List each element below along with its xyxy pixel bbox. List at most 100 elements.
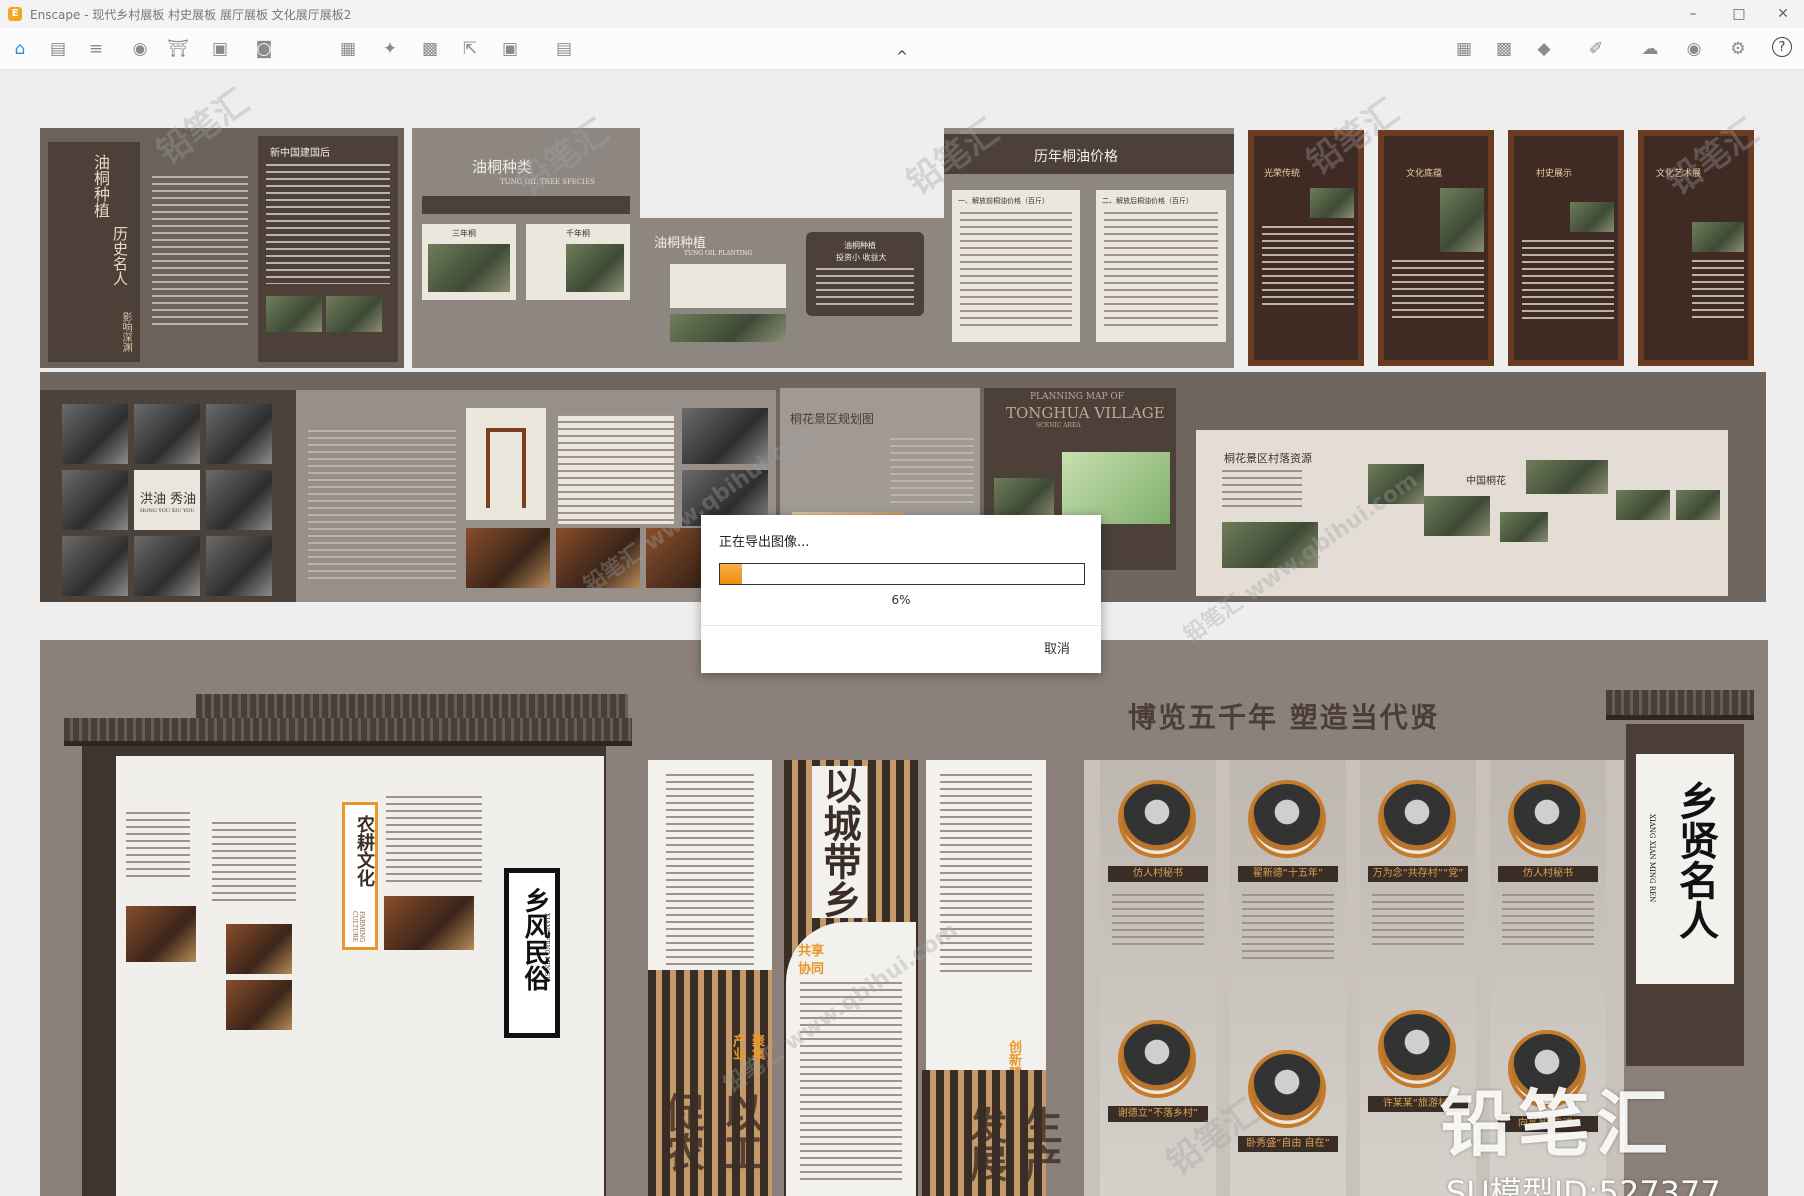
cloud-icon[interactable]: ☁	[1638, 37, 1662, 61]
image-icon[interactable]: ▣	[208, 37, 232, 61]
resource-photo	[1526, 460, 1608, 494]
close-button[interactable]: ✕	[1760, 0, 1804, 28]
china-tonghua-label: 中国桐花	[1466, 476, 1506, 487]
exhibit-text	[1692, 260, 1744, 320]
magic-icon[interactable]: ✦	[378, 37, 402, 61]
chair-icon	[486, 428, 526, 508]
resource-photo	[1616, 490, 1670, 520]
culture-text	[386, 796, 482, 886]
frame-icon[interactable]: ▦	[336, 37, 360, 61]
furniture-photo	[556, 528, 640, 588]
cities-text	[666, 774, 754, 974]
settings-gear-icon[interactable]: ⚙	[1726, 37, 1750, 61]
hongyou-photo	[206, 536, 272, 596]
hongyou-label-box: 洪油 秀油 HONG YOU XIU YOU	[134, 470, 200, 530]
hongyou-photo	[62, 470, 128, 530]
price-header: 历年桐油价格	[944, 134, 1234, 174]
screenshot-icon[interactable]: ▦	[1452, 37, 1476, 61]
history-title: 历史名人	[111, 226, 129, 286]
price-card: 二、解放后桐油价格（百斤）	[1096, 190, 1226, 342]
folk-subtitle: XIANG FENG MIN SU	[543, 913, 550, 982]
furniture-photo	[466, 528, 550, 588]
sage-portrait	[1378, 780, 1456, 858]
exhibit-photo	[1692, 222, 1744, 252]
cancel-button[interactable]: 取消	[1031, 639, 1083, 661]
shield-icon[interactable]: ⛩	[166, 37, 190, 61]
together-subtitle: 协同	[798, 962, 825, 977]
hongyou-photo	[62, 404, 128, 464]
vr-headset-icon[interactable]: ▣	[498, 37, 522, 61]
panorama-icon[interactable]: ▩	[1492, 37, 1516, 61]
exhibit-photo	[1310, 188, 1354, 218]
farming-title: 农耕文化	[354, 815, 375, 887]
sages-banner-frame: 乡贤名人 XIANG XIAN MING REN	[1626, 724, 1744, 1066]
exhibit-text	[1392, 260, 1484, 320]
maximize-button[interactable]: □	[1716, 0, 1762, 28]
culture-photo	[226, 924, 292, 974]
promote-text: 以工促农	[658, 1092, 763, 1172]
map-title: 桐花景区规划图	[790, 412, 875, 426]
eye-icon[interactable]: ◉	[128, 37, 152, 61]
exhibit-photo	[1570, 202, 1614, 232]
sage-name: 谢德立“不落乡村”	[1108, 1106, 1208, 1122]
home-icon[interactable]: ⌂	[8, 37, 32, 61]
sage-name: 仿人村秘书	[1108, 866, 1208, 882]
culture-text	[212, 822, 296, 902]
export-icon[interactable]: ⇱	[458, 37, 482, 61]
species-card: 三年桐	[422, 224, 516, 300]
price-card-text	[960, 212, 1072, 328]
grid-lines-icon[interactable]: ≡	[84, 37, 108, 61]
culture-text	[126, 812, 190, 882]
together-panel: 共享 协同	[786, 922, 916, 1196]
planning-en: PLANNING MAP OF	[1030, 392, 1125, 402]
furniture-text	[308, 430, 456, 580]
resource-text	[1222, 470, 1302, 510]
cube-icon[interactable]: ◆	[1532, 37, 1556, 61]
species-board: 油桐种类 TUNG OIL TREE SPECIES 三年桐 千年桐	[412, 128, 640, 368]
roof-eave	[64, 718, 632, 746]
species-photo	[566, 244, 624, 292]
sages-title: 乡贤名人	[1672, 780, 1719, 940]
species-subtitle: TUNG OIL TREE SPECIES	[500, 178, 595, 186]
planning-village: TONGHUA VILLAGE	[1006, 404, 1165, 422]
document-icon[interactable]: ▤	[46, 37, 70, 61]
enscape-logo-icon: E	[8, 7, 22, 21]
rural-culture-panel: 农耕文化 FARMING CULTURE 乡风民俗 XIANG FENG MIN…	[116, 756, 604, 1196]
species-card: 千年桐	[526, 224, 630, 300]
price-card: 一、解放前桐油价格（百斤）	[952, 190, 1080, 342]
collapse-toolbar-button[interactable]: ^	[890, 50, 914, 64]
oil-panel: 油桐种植 历史名人 影响深渊	[48, 142, 140, 362]
sage-portrait	[1508, 780, 1586, 858]
hongyou-photo	[62, 536, 128, 596]
export-dialog-title: 正在导出图像...	[719, 535, 810, 550]
settings-icon[interactable]: ◙	[252, 37, 276, 61]
planting-card	[670, 264, 786, 308]
sages-banner: 乡贤名人 XIANG XIAN MING REN	[1636, 754, 1734, 984]
history-board: 油桐种植 历史名人 影响深渊 新中国建国后	[40, 128, 404, 368]
help-icon[interactable]: ?	[1772, 37, 1792, 57]
brush-icon[interactable]: ✐	[1584, 37, 1608, 61]
sage-portrait	[1118, 1020, 1196, 1098]
hongyou-panel: 洪油 秀油 HONG YOU XIU YOU	[40, 390, 296, 602]
planning-map	[1062, 452, 1170, 524]
invest-panel: 油桐种植 投资小 收益大	[806, 232, 924, 316]
folk-banner: 乡风民俗 XIANG FENG MIN SU	[504, 868, 560, 1038]
price-board: 历年桐油价格 一、解放前桐油价格（百斤） 二、解放后桐油价格（百斤）	[944, 128, 1234, 368]
invest-subtitle: 投资小 收益大	[836, 253, 887, 262]
price-card-text	[1104, 212, 1218, 328]
hongyou-label: 洪油 秀油	[140, 492, 197, 507]
together-title: 共享	[798, 944, 825, 959]
hongyou-photo	[134, 404, 200, 464]
village-photo	[266, 296, 322, 332]
tall-exhibit-frame: 文化艺术展	[1638, 130, 1754, 366]
title-bar: E Enscape - 现代乡村展板 村史展板 展厅展板 文化展厅展板2 – □…	[0, 0, 1804, 28]
resource-photo	[1500, 512, 1548, 542]
tall-exhibit-frame: 光荣传统	[1248, 130, 1364, 366]
file-icon[interactable]: ▤	[552, 37, 576, 61]
sage-name: 万为念“共存村”“党”	[1368, 866, 1468, 882]
species-photo	[428, 244, 510, 292]
sage-bio	[1502, 894, 1594, 950]
picture-icon[interactable]: ▩	[418, 37, 442, 61]
minimize-button[interactable]: –	[1670, 0, 1716, 28]
eye-view-icon[interactable]: ◉	[1682, 37, 1706, 61]
